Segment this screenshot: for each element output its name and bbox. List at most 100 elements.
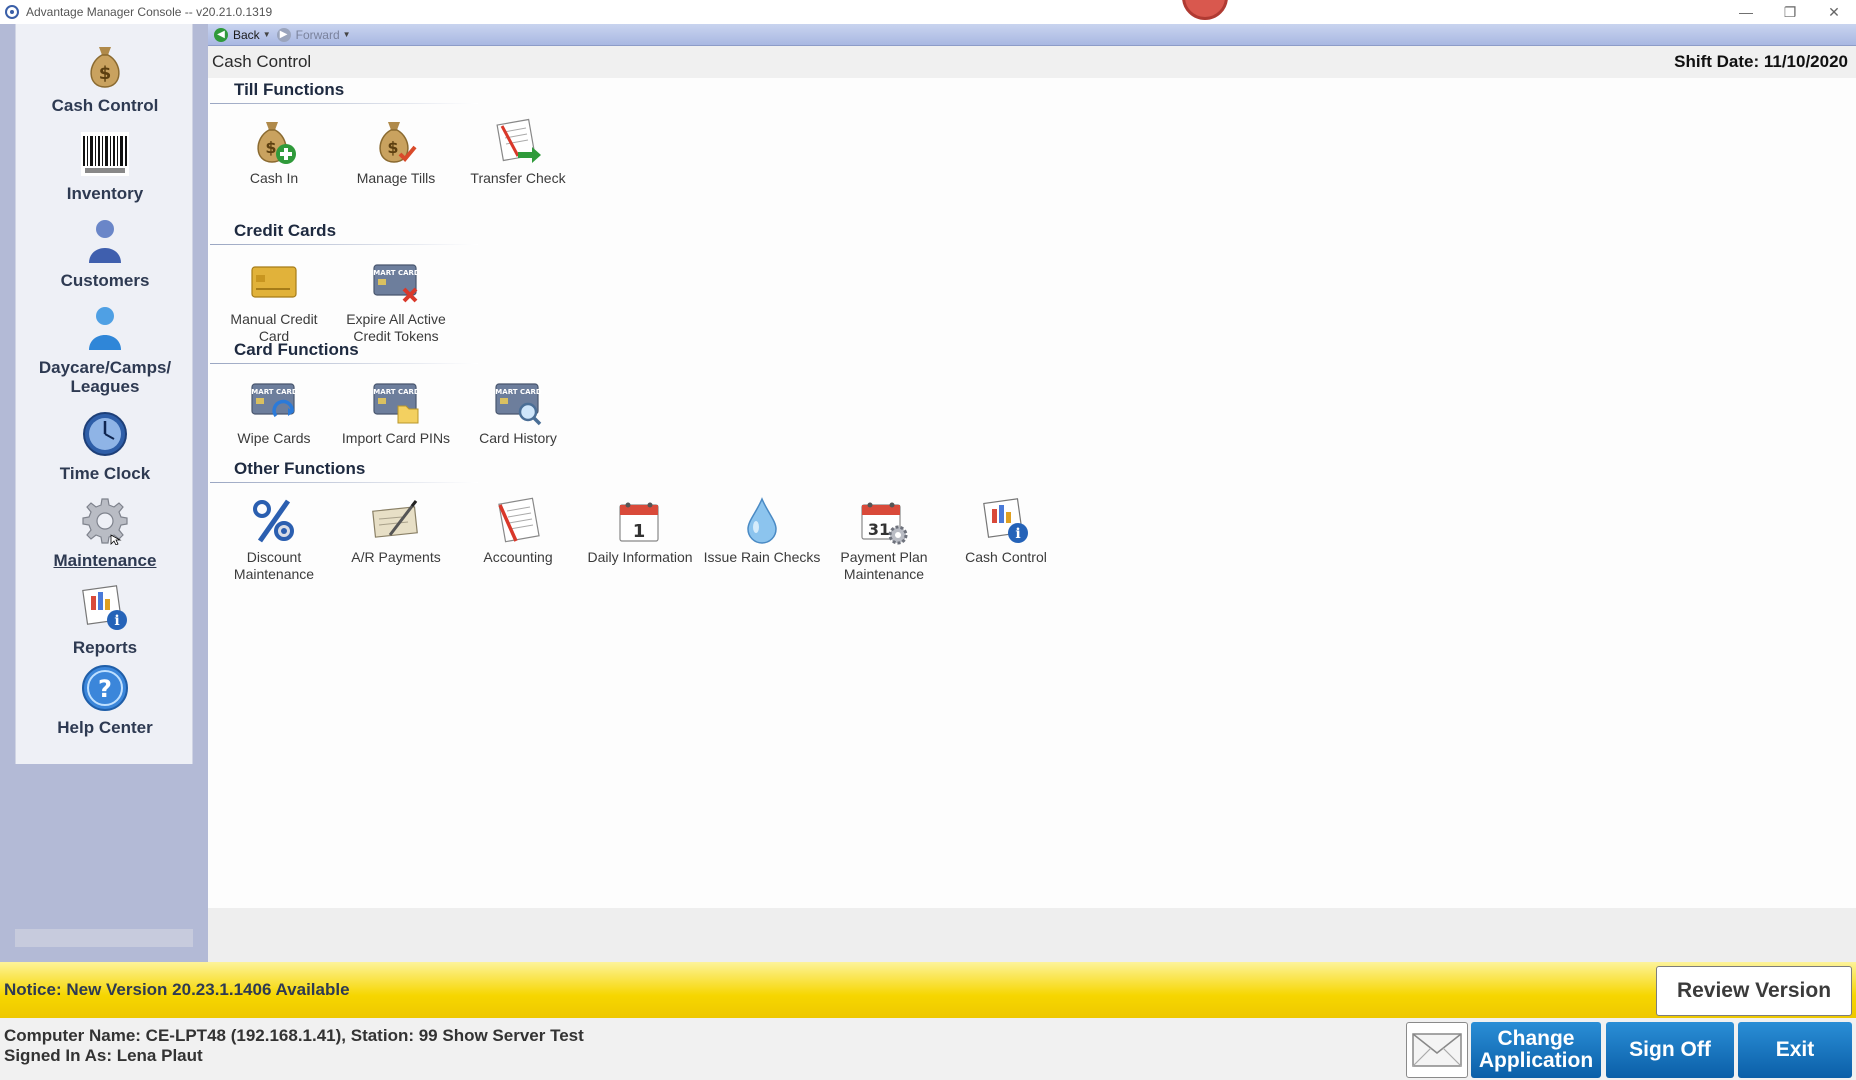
tile-discount-maintenance[interactable]: Discount Maintenance	[215, 497, 333, 583]
credit-card-icon	[250, 259, 298, 307]
section-title-other-functions: Other Functions	[234, 459, 366, 478]
tile-manual-credit-card[interactable]: Manual Credit Card	[215, 259, 333, 345]
card-history-icon: SMART CARD	[494, 378, 542, 426]
check-transfer-icon	[494, 118, 542, 166]
app-logo-icon	[5, 5, 19, 19]
sidebar-item-help-center[interactable]: ? Help Center	[16, 664, 194, 737]
section-divider	[210, 363, 478, 364]
notice-text: Notice: New Version 20.23.1.1406 Availab…	[4, 980, 350, 999]
svg-text:SMART CARD: SMART CARD	[372, 269, 420, 277]
tile-import-card-pins[interactable]: SMART CARD Import Card PINs	[337, 378, 455, 447]
tile-label: Discount Maintenance	[233, 549, 315, 582]
sidebar-item-time-clock[interactable]: Time Clock	[16, 410, 194, 483]
tile-label: Cash In	[249, 170, 299, 186]
sidebar-item-label: Reports	[72, 638, 138, 657]
money-bag-check-icon: $	[372, 118, 420, 166]
report-icon: i	[982, 497, 1030, 545]
restore-button[interactable]: ❐	[1768, 0, 1812, 24]
back-arrow-icon: ◀	[214, 27, 228, 42]
sidebar-panel: $ Cash Control Inventory Customers Dayca…	[15, 24, 193, 764]
sidebar-item-help-center[interactable]	[16, 564, 194, 612]
tile-manage-tills[interactable]: $ Manage Tills	[337, 118, 455, 187]
section-title-credit-cards: Credit Cards	[234, 221, 337, 240]
tile-transfer-check[interactable]: Transfer Check	[459, 118, 577, 187]
sidebar-item-inventory[interactable]: Inventory	[16, 130, 194, 203]
sidebar-divider	[15, 929, 193, 947]
sidebar-item-label: Customers	[60, 271, 150, 290]
review-version-button[interactable]: Review Version	[1656, 966, 1852, 1016]
svg-text:SMART CARD: SMART CARD	[372, 388, 420, 396]
svg-text:SMART CARD: SMART CARD	[250, 388, 298, 396]
close-button[interactable]: ✕	[1812, 0, 1856, 24]
sidebar-item-label: Cash Control	[51, 96, 159, 115]
calendar-gear-icon: 31	[860, 497, 908, 545]
card-import-icon: SMART CARD	[372, 378, 420, 426]
main-content: Cash Control Shift Date: 11/10/2020 Till…	[208, 46, 1856, 962]
content-footer	[208, 908, 1856, 962]
sidebar-item-label: Daycare/Camps/ Leagues	[38, 358, 172, 396]
svg-text:i: i	[1015, 526, 1020, 542]
section-title-card-functions: Card Functions	[234, 340, 359, 359]
recording-indicator-icon	[1182, 0, 1228, 20]
svg-text:$: $	[265, 138, 276, 157]
tile-cash-control[interactable]: i Cash Control	[947, 497, 1065, 566]
change-application-button[interactable]: Change Application	[1471, 1022, 1601, 1078]
calendar-icon: 1	[616, 497, 664, 545]
minimize-button[interactable]: —	[1724, 0, 1768, 24]
tile-issue-rain-checks[interactable]: Issue Rain Checks	[703, 497, 821, 566]
tile-label: A/R Payments	[351, 549, 441, 565]
tile-ar-payments[interactable]: A/R Payments	[337, 497, 455, 566]
tile-label: Card History	[479, 430, 557, 446]
notice-bar: Notice: New Version 20.23.1.1406 Availab…	[0, 962, 1856, 1018]
sidebar-item-label: Time Clock	[59, 464, 151, 483]
computer-name-text: Computer Name: CE-LPT48 (192.168.1.41), …	[4, 1026, 584, 1045]
card-wipe-icon: SMART CARD	[250, 378, 298, 426]
tile-label: Manage Tills	[356, 170, 436, 186]
signed-in-user-text: Signed In As: Lena Plaut	[4, 1046, 203, 1065]
tile-payment-plan-maintenance[interactable]: 31 Payment Plan Maintenance	[825, 497, 943, 583]
help-icon: ?	[81, 664, 129, 712]
sidebar-item-customers[interactable]: Customers	[16, 217, 194, 290]
raindrop-icon	[738, 497, 786, 545]
sidebar-item-maintenance[interactable]: Maintenance	[16, 497, 194, 570]
section-title-till-functions: Till Functions	[234, 80, 345, 99]
svg-text:?: ?	[98, 675, 112, 703]
tile-label: Cash Control	[965, 549, 1047, 565]
person-blue-icon	[81, 304, 129, 352]
tile-expire-credit-tokens[interactable]: SMART CARD Expire All Active Credit Toke…	[337, 259, 455, 345]
back-label: Back	[233, 27, 260, 42]
svg-text:$: $	[99, 63, 112, 84]
forward-arrow-icon: ▶	[276, 27, 291, 42]
tile-cash-in[interactable]: $ Cash In	[215, 118, 333, 187]
chevron-down-icon[interactable]: ▼	[263, 30, 271, 39]
barcode-icon	[81, 130, 129, 178]
sidebar-item-label: Help Center	[57, 718, 153, 737]
money-bag-plus-icon: $	[250, 118, 298, 166]
percent-icon	[250, 497, 298, 545]
forward-button[interactable]: ▶ Forward ▼	[276, 27, 351, 42]
sidebar-item-label: Inventory	[66, 184, 144, 203]
window-title: Advantage Manager Console -- v20.21.0.13…	[26, 5, 273, 19]
sidebar-item-cash-control[interactable]: $ Cash Control	[16, 42, 194, 115]
tile-label: Daily Information	[587, 549, 693, 565]
clock-icon	[81, 410, 129, 458]
sidebar-item-daycare[interactable]: Daycare/Camps/ Leagues	[16, 304, 194, 396]
navigation-bar: ◀ Back ▼ ▶ Forward ▼	[208, 24, 1856, 46]
tile-wipe-cards[interactable]: SMART CARD Wipe Cards	[215, 378, 333, 447]
back-button[interactable]: ◀ Back ▼	[214, 27, 271, 42]
tile-label: Import Card PINs	[341, 430, 451, 446]
sign-off-button[interactable]: Sign Off	[1606, 1022, 1734, 1078]
tile-card-history[interactable]: SMART CARD Card History	[459, 378, 577, 447]
section-divider	[210, 103, 478, 104]
svg-text:SMART CARD: SMART CARD	[494, 388, 542, 396]
tile-label: Accounting	[483, 549, 553, 565]
messages-button[interactable]	[1406, 1022, 1468, 1078]
chevron-down-icon[interactable]: ▼	[343, 30, 351, 39]
tile-daily-information[interactable]: 1 Daily Information	[581, 497, 699, 566]
forward-label: Forward	[295, 27, 340, 42]
exit-button[interactable]: Exit	[1738, 1022, 1852, 1078]
card-expire-icon: SMART CARD	[372, 259, 420, 307]
tile-label: Wipe Cards	[237, 430, 311, 446]
sidebar: $ Cash Control Inventory Customers Dayca…	[0, 24, 208, 964]
tile-accounting[interactable]: Accounting	[459, 497, 577, 566]
